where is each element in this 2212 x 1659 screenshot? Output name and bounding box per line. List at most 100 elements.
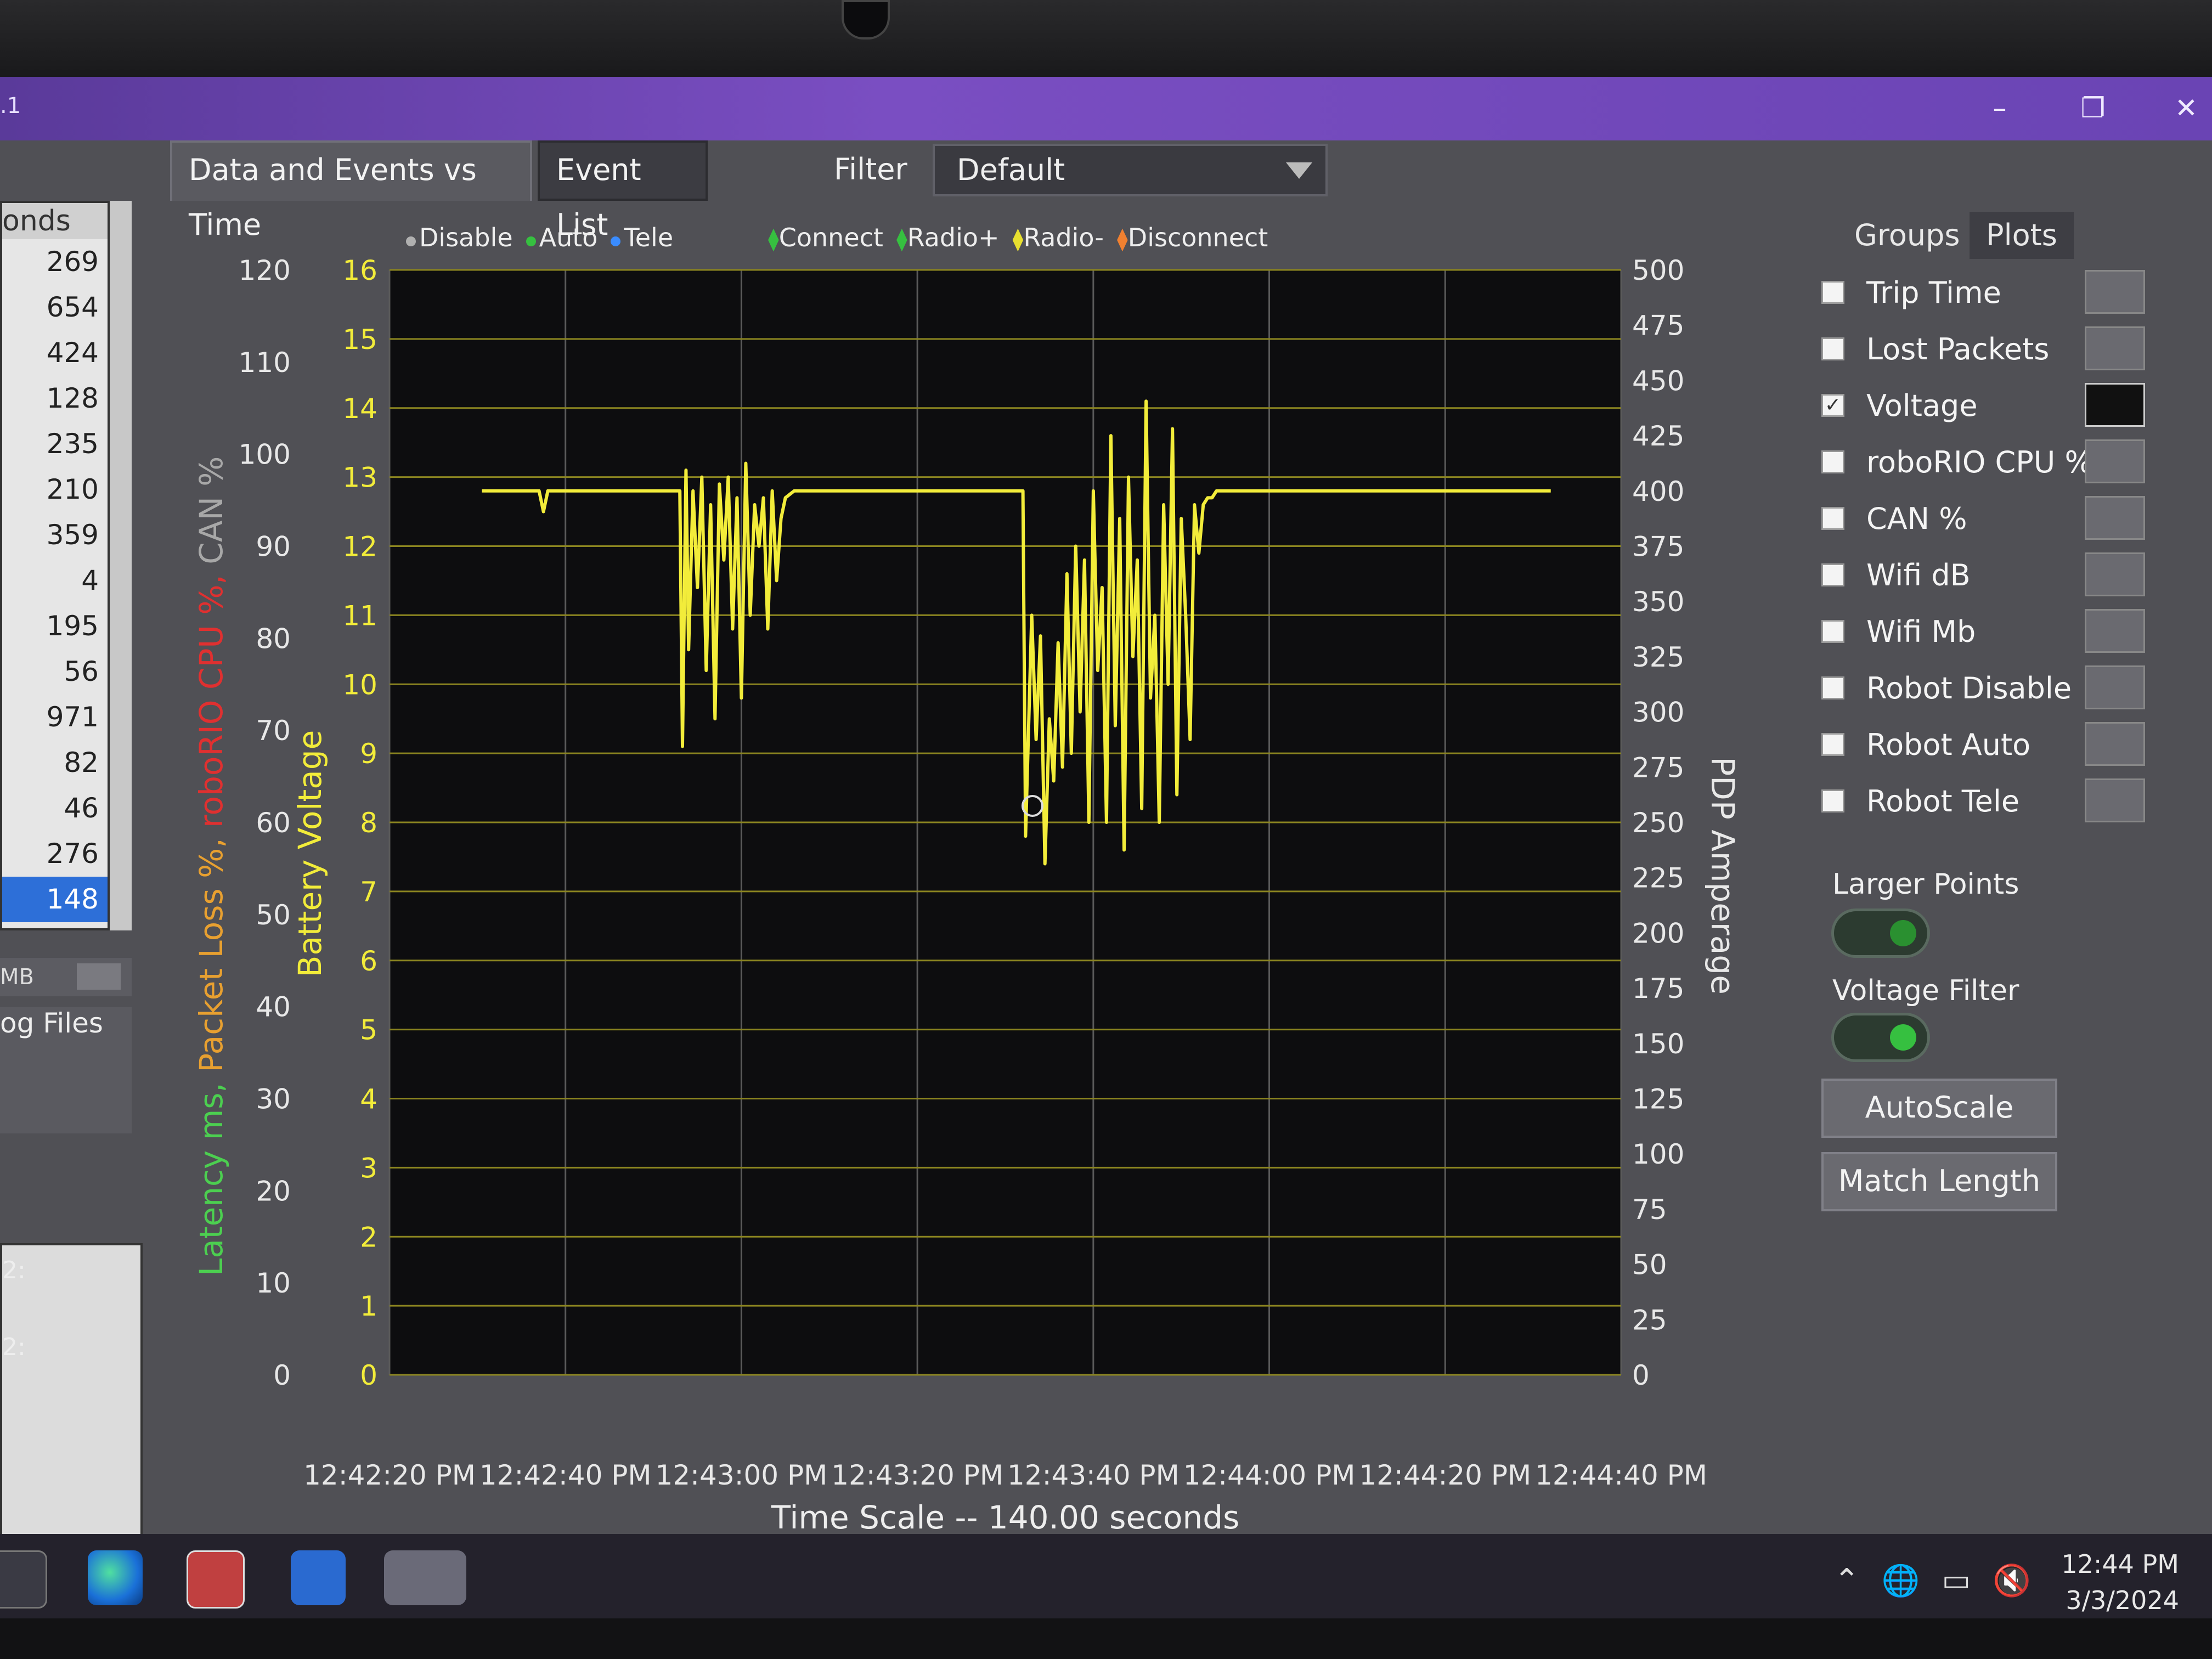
driver-station-icon[interactable]: [384, 1550, 466, 1605]
percent-tick-label: 10: [256, 1267, 291, 1299]
plot-checkbox[interactable]: [1821, 507, 1844, 530]
plot-checkbox[interactable]: [1821, 563, 1844, 586]
tab-groups[interactable]: Groups: [1838, 212, 1977, 259]
plot-option-robot-auto[interactable]: Robot Auto: [1821, 720, 2030, 769]
plot-option-wifi-db[interactable]: Wifi dB: [1821, 550, 1971, 600]
plot-checkbox[interactable]: [1821, 281, 1844, 304]
amperage-tick-label: 450: [1632, 365, 1684, 397]
plot-checkbox[interactable]: [1821, 676, 1844, 699]
plot-option-trip-time[interactable]: Trip Time: [1821, 268, 2001, 317]
screen: .1 – ❐ ✕ Data and Events vs Time Event L…: [0, 77, 2212, 1618]
plot-option-can-[interactable]: CAN %: [1821, 494, 1967, 543]
match-length-button[interactable]: Match Length: [1821, 1152, 2057, 1211]
webcam: [842, 0, 890, 40]
plot-checkbox[interactable]: [1821, 450, 1844, 473]
plot-checkbox[interactable]: [1821, 733, 1844, 756]
chevron-up-icon[interactable]: ⌃: [1834, 1562, 1860, 1599]
plot-label: Robot Tele: [1866, 783, 2020, 819]
plot-label: Lost Packets: [1866, 331, 2050, 366]
plot-option-lost-packets[interactable]: Lost Packets: [1821, 324, 2049, 374]
time-tick-label: 12:44:20 PM: [1359, 1459, 1531, 1491]
window-title: .1: [0, 93, 21, 119]
log-viewer-app: Data and Events vs Time Event List Filte…: [0, 140, 2212, 1583]
plot-label: CAN %: [1866, 501, 1967, 536]
larger-points-toggle[interactable]: [1831, 909, 1930, 958]
plot-color-swatch[interactable]: [2085, 665, 2145, 709]
restore-icon[interactable]: ❐: [2068, 89, 2118, 127]
left-axis-title: Latency ms, Packet Loss %, roboRIO CPU %…: [193, 456, 230, 1276]
time-tick-label: 12:43:20 PM: [831, 1459, 1003, 1491]
percent-tick-label: 90: [256, 531, 291, 563]
amperage-tick-label: 300: [1632, 697, 1684, 729]
autoscale-button[interactable]: AutoScale: [1821, 1079, 2057, 1138]
plot-color-swatch[interactable]: [2085, 383, 2145, 427]
amperage-tick-label: 175: [1632, 973, 1684, 1005]
terminal-icon[interactable]: [0, 1550, 47, 1609]
amperage-tick-label: 150: [1632, 1028, 1684, 1060]
plot-checkbox[interactable]: [1821, 620, 1844, 643]
left-axis-title-part: roboRIO CPU %,: [193, 574, 230, 838]
amperage-tick-label: 100: [1632, 1138, 1684, 1170]
close-icon[interactable]: ✕: [2162, 89, 2211, 127]
plot-color-swatch[interactable]: [2085, 609, 2145, 653]
voltage-chart[interactable]: 0123456789101112131415160102030405060708…: [0, 140, 1799, 1534]
percent-tick-label: 110: [239, 347, 291, 379]
voltage-tick-label: 3: [360, 1152, 377, 1184]
voltage-tick-label: 0: [360, 1359, 377, 1391]
plot-option-robot-tele[interactable]: Robot Tele: [1821, 776, 2019, 826]
battery-icon[interactable]: ▭: [1942, 1562, 1971, 1599]
amperage-tick-label: 275: [1632, 752, 1684, 783]
plot-color-swatch[interactable]: [2085, 778, 2145, 822]
right-panel: Groups Plots Trip Time Lost Packets ✓ Volta…: [1805, 140, 2212, 1534]
voltage-tick-label: 10: [342, 669, 377, 701]
app-icon[interactable]: [187, 1550, 245, 1609]
plot-label: roboRIO CPU %: [1866, 444, 2093, 479]
minimize-icon[interactable]: –: [1975, 89, 2024, 127]
voltage-tick-label: 2: [360, 1221, 377, 1253]
plot-checkbox[interactable]: [1821, 789, 1844, 812]
plot-color-swatch[interactable]: [2085, 270, 2145, 314]
plot-label: Trip Time: [1866, 275, 2001, 310]
time-tick-label: 12:42:40 PM: [479, 1459, 652, 1491]
plot-checkbox[interactable]: ✓: [1821, 394, 1844, 417]
amperage-tick-label: 200: [1632, 917, 1684, 949]
plot-label: Robot Auto: [1866, 727, 2031, 762]
amperage-tick-label: 250: [1632, 807, 1684, 839]
plot-option-robot-disable[interactable]: Robot Disable: [1821, 663, 2072, 713]
voltage-tick-label: 9: [360, 738, 377, 770]
plot-color-swatch[interactable]: [2085, 552, 2145, 596]
amperage-tick-label: 425: [1632, 420, 1684, 452]
tab-plots[interactable]: Plots: [1970, 212, 2074, 259]
time-tick-label: 12:44:00 PM: [1183, 1459, 1356, 1491]
amperage-tick-label: 225: [1632, 862, 1684, 894]
voltage-tick-label: 5: [360, 1014, 377, 1046]
mute-icon[interactable]: 🔇: [1993, 1562, 2031, 1599]
clock[interactable]: 12:44 PM 3/3/2024: [2061, 1546, 2179, 1618]
globe-icon[interactable]: 🌐: [1882, 1562, 1920, 1599]
voltage-filter-toggle[interactable]: [1831, 1013, 1930, 1062]
percent-tick-label: 40: [256, 991, 291, 1023]
voltage-axis-title: Battery Voltage: [291, 730, 329, 978]
larger-points-label: Larger Points: [1832, 868, 2019, 901]
edge-icon[interactable]: [88, 1550, 143, 1605]
percent-tick-label: 80: [256, 623, 291, 654]
time-scale-label: Time Scale -- 140.00 seconds: [771, 1499, 1240, 1534]
plot-color-swatch[interactable]: [2085, 439, 2145, 483]
microscope-icon[interactable]: [291, 1550, 346, 1605]
amperage-tick-label: 0: [1632, 1359, 1650, 1391]
plot-color-swatch[interactable]: [2085, 722, 2145, 766]
plot-option-voltage[interactable]: ✓ Voltage: [1821, 381, 1978, 430]
voltage-tick-label: 16: [342, 255, 377, 286]
plot-label: Wifi Mb: [1866, 614, 1976, 649]
plot-option-roborio-cpu-[interactable]: roboRIO CPU %: [1821, 437, 2093, 487]
plot-option-wifi-mb[interactable]: Wifi Mb: [1821, 607, 1976, 656]
laptop-chin: [0, 1618, 2212, 1659]
plot-color-swatch[interactable]: [2085, 496, 2145, 540]
amperage-axis-title: PDP Amperage: [1704, 757, 1741, 995]
voltage-tick-label: 11: [342, 600, 377, 631]
laptop-bezel: [0, 0, 2212, 77]
voltage-filter-label: Voltage Filter: [1832, 974, 2019, 1007]
plot-color-swatch[interactable]: [2085, 326, 2145, 370]
amperage-tick-label: 25: [1632, 1304, 1667, 1336]
plot-checkbox[interactable]: [1821, 337, 1844, 360]
